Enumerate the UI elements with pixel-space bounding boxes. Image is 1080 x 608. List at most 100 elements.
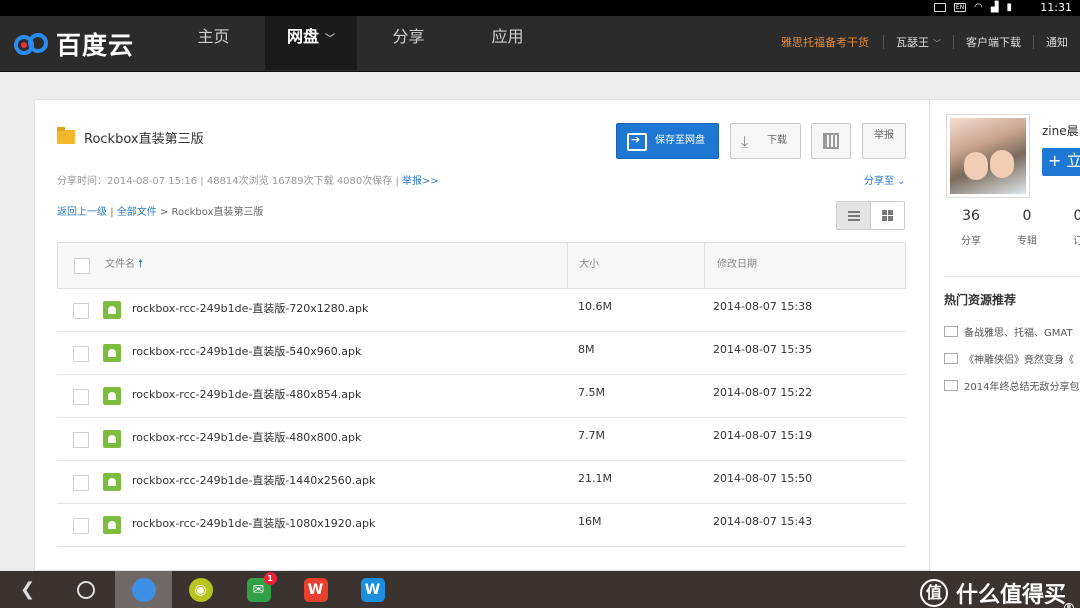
- file-name[interactable]: rockbox-rcc-249b1de-直装版-1440x2560.apk: [132, 472, 375, 488]
- apk-file-icon: [103, 344, 121, 362]
- stat-shares[interactable]: 36 分享: [949, 208, 993, 247]
- baidu-cloud-logo[interactable]: 百度云: [12, 26, 134, 62]
- status-icons: EN ◠ ▟ ▮: [934, 2, 1012, 13]
- hot-resource-label: 《神雕侠侣》竟然变身《: [964, 355, 1074, 366]
- hot-resource-item[interactable]: 2014年终总结无敌分享包: [944, 378, 1079, 393]
- file-size: 8M: [578, 343, 595, 356]
- chat-app-icon: ✉ 1: [246, 571, 277, 602]
- list-view-icon: [847, 210, 860, 221]
- file-name[interactable]: rockbox-rcc-249b1de-直装版-540x960.apk: [132, 343, 361, 359]
- chevron-down-icon: ﹀: [933, 39, 941, 48]
- en-icon: EN: [954, 3, 967, 12]
- hot-resource-label: 备战雅思、托福、GMAT: [964, 328, 1073, 339]
- report-button[interactable]: 举报: [862, 123, 906, 159]
- screen-icon: [934, 3, 947, 12]
- file-name[interactable]: rockbox-rcc-249b1de-直装版-1080x1920.apk: [132, 515, 375, 531]
- resource-icon: [944, 326, 958, 337]
- file-table-header: 文件名 🠕 大小 修改日期: [57, 242, 906, 289]
- file-size: 21.1M: [578, 472, 612, 485]
- tab-apps[interactable]: 应用: [460, 16, 555, 70]
- table-row[interactable]: rockbox-rcc-249b1de-直装版-1080x1920.apk 16…: [57, 504, 906, 547]
- stat-albums[interactable]: 0 专辑: [1005, 208, 1049, 247]
- taskbar-app-search[interactable]: ◉: [172, 571, 229, 608]
- apk-file-icon: [103, 387, 121, 405]
- file-date: 2014-08-07 15:38: [713, 300, 813, 313]
- file-name[interactable]: rockbox-rcc-249b1de-直装版-480x800.apk: [132, 429, 361, 445]
- stat-subscriptions[interactable]: 0 订: [1056, 208, 1080, 247]
- row-checkbox[interactable]: [73, 346, 89, 362]
- sharer-sidebar: zine晨 + 立 36 分享 0 专辑 0 订 热门资源推荐 备战雅思、托福、…: [930, 99, 1080, 571]
- column-header-name[interactable]: 文件名 🠕: [105, 255, 143, 274]
- resource-icon: [944, 353, 958, 364]
- row-checkbox[interactable]: [73, 303, 89, 319]
- battery-icon: ▮: [1006, 2, 1012, 13]
- qr-code-button[interactable]: [811, 123, 851, 159]
- grid-view-button[interactable]: [871, 202, 904, 229]
- hot-resource-item[interactable]: 《神雕侠侣》竟然变身《: [944, 351, 1074, 366]
- share-to-dropdown[interactable]: 分享至 ⌄: [864, 172, 906, 187]
- taskbar-app-wps[interactable]: W: [287, 571, 344, 608]
- divider: [944, 276, 1080, 277]
- download-button[interactable]: ⤓ 下载: [730, 123, 801, 159]
- share-to-label: 分享至: [864, 176, 894, 187]
- promo-link[interactable]: 雅思托福备考干货: [767, 34, 883, 50]
- row-checkbox[interactable]: [73, 518, 89, 534]
- back-icon[interactable]: ❮: [20, 579, 35, 600]
- wifi-icon: ◠: [974, 2, 983, 13]
- notification-badge: 1: [263, 571, 277, 585]
- sharer-username[interactable]: zine晨: [1042, 122, 1079, 139]
- tab-apps-label: 应用: [491, 27, 524, 46]
- apk-file-icon: [103, 516, 121, 534]
- taskbar-app-chat[interactable]: ✉ 1: [230, 571, 287, 608]
- chevron-down-icon: ﹀: [325, 34, 335, 45]
- apk-file-icon: [103, 430, 121, 448]
- wps-writer-app-icon: W: [360, 577, 385, 602]
- breadcrumb-back-link[interactable]: 返回上一级: [57, 207, 107, 218]
- row-checkbox[interactable]: [73, 389, 89, 405]
- save-to-netdisk-button[interactable]: 保存至网盘: [616, 123, 719, 159]
- row-checkbox[interactable]: [73, 432, 89, 448]
- column-header-size[interactable]: 大小: [579, 255, 599, 270]
- tab-share[interactable]: 分享: [361, 16, 456, 70]
- row-checkbox[interactable]: [73, 475, 89, 491]
- file-date: 2014-08-07 15:43: [713, 515, 813, 528]
- list-view-button[interactable]: [837, 202, 871, 229]
- home-icon[interactable]: [77, 581, 95, 599]
- view-toggle: [836, 201, 905, 230]
- taskbar-app-browser[interactable]: [115, 571, 172, 608]
- client-download-link[interactable]: 客户端下载: [954, 34, 1033, 50]
- notifications-link[interactable]: 通知: [1034, 34, 1080, 50]
- column-header-date[interactable]: 修改日期: [717, 255, 757, 270]
- table-row[interactable]: rockbox-rcc-249b1de-直装版-720x1280.apk 10.…: [57, 289, 906, 332]
- tab-home[interactable]: 主页: [166, 16, 261, 70]
- report-link[interactable]: 举报>>: [402, 176, 439, 187]
- user-menu[interactable]: 瓦瑟王 ﹀: [884, 34, 953, 50]
- file-name[interactable]: rockbox-rcc-249b1de-直装版-720x1280.apk: [132, 300, 368, 316]
- taskbar-app-wps-writer[interactable]: W: [344, 571, 401, 608]
- user-name: 瓦瑟王: [896, 36, 929, 49]
- browser-app-icon: [131, 577, 156, 602]
- stat-number: 0: [1022, 208, 1032, 224]
- table-row[interactable]: rockbox-rcc-249b1de-直装版-480x854.apk 7.5M…: [57, 375, 906, 418]
- tab-netdisk[interactable]: 网盘 ﹀: [265, 16, 357, 70]
- stat-label: 分享: [961, 236, 981, 247]
- table-row[interactable]: rockbox-rcc-249b1de-直装版-1440x2560.apk 21…: [57, 461, 906, 504]
- signal-icon: ▟: [990, 2, 999, 13]
- hot-resource-item[interactable]: 备战雅思、托福、GMAT: [944, 324, 1073, 339]
- tab-home-label: 主页: [197, 27, 230, 46]
- smzdm-logo-icon: 值: [919, 579, 948, 607]
- stat-number: 0: [1056, 208, 1080, 224]
- table-row[interactable]: rockbox-rcc-249b1de-直装版-540x960.apk 8M 2…: [57, 332, 906, 375]
- select-all-checkbox[interactable]: [74, 258, 90, 274]
- save-button-label: 保存至网盘: [655, 135, 705, 146]
- file-date: 2014-08-07 15:35: [713, 343, 813, 356]
- stat-label: 订: [1056, 232, 1080, 247]
- breadcrumb: 返回上一级 | 全部文件 > Rockbox直装第三版: [57, 203, 263, 218]
- avatar[interactable]: [946, 114, 1030, 198]
- breadcrumb-all-files-link[interactable]: 全部文件: [117, 207, 157, 218]
- table-row[interactable]: rockbox-rcc-249b1de-直装版-480x800.apk 7.7M…: [57, 418, 906, 461]
- avatar-photo: [950, 118, 1026, 194]
- nav-links: 雅思托福备考干货 瓦瑟王 ﹀ 客户端下载 通知: [767, 34, 1080, 50]
- follow-button[interactable]: + 立: [1042, 148, 1080, 176]
- file-name[interactable]: rockbox-rcc-249b1de-直装版-480x854.apk: [132, 386, 361, 402]
